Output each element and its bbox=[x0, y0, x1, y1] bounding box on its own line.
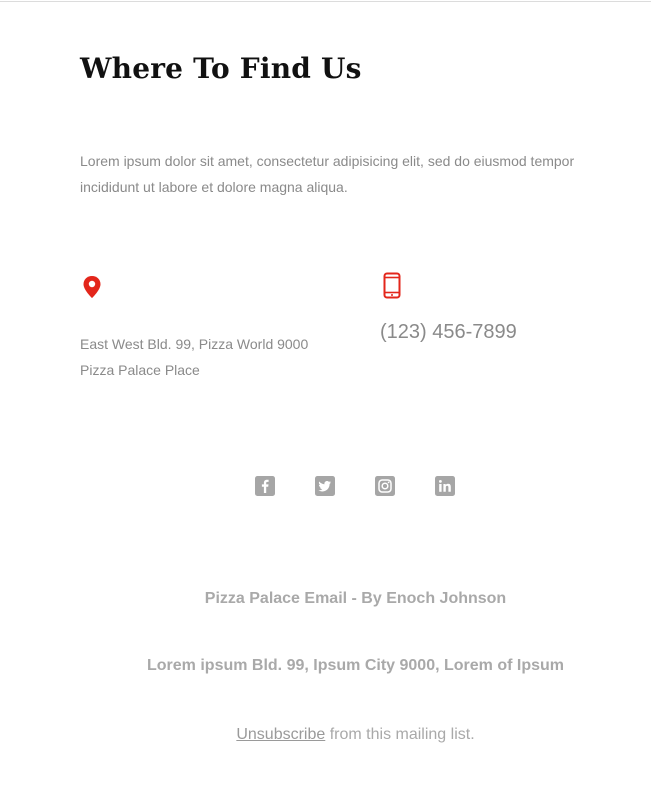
address-line: Pizza Palace Place bbox=[80, 362, 200, 378]
footer-credit: Pizza Palace Email - By Enoch Johnson bbox=[204, 590, 507, 607]
phone-number: (123) 456-7899 bbox=[380, 321, 517, 343]
unsubscribe-link[interactable]: Unsubscribe bbox=[236, 726, 325, 743]
top-divider bbox=[0, 1, 651, 2]
intro-line: Lorem ipsum dolor sit amet, consectetur … bbox=[80, 153, 575, 169]
facebook-icon[interactable] bbox=[255, 476, 275, 496]
twitter-icon[interactable] bbox=[315, 476, 335, 496]
map-pin-icon bbox=[82, 275, 102, 299]
address-block: East West Bld. 99, Pizza World 9000 Pizz… bbox=[80, 331, 308, 383]
intro-line: incididunt ut labore et dolore magna ali… bbox=[80, 179, 348, 195]
instagram-icon[interactable] bbox=[375, 476, 395, 496]
linkedin-icon[interactable] bbox=[435, 476, 455, 496]
unsubscribe-line: Unsubscribe from this mailing list. bbox=[30, 726, 651, 744]
address-line: East West Bld. 99, Pizza World 9000 bbox=[80, 336, 309, 352]
footer-address: Lorem ipsum Bld. 99, Ipsum City 9000, Lo… bbox=[147, 657, 564, 674]
intro-paragraph: Lorem ipsum dolor sit amet, consectetur … bbox=[80, 148, 590, 200]
section-title: Where To Find Us bbox=[80, 52, 362, 85]
mobile-phone-icon bbox=[383, 272, 401, 299]
unsubscribe-suffix: from this mailing list. bbox=[325, 726, 475, 743]
